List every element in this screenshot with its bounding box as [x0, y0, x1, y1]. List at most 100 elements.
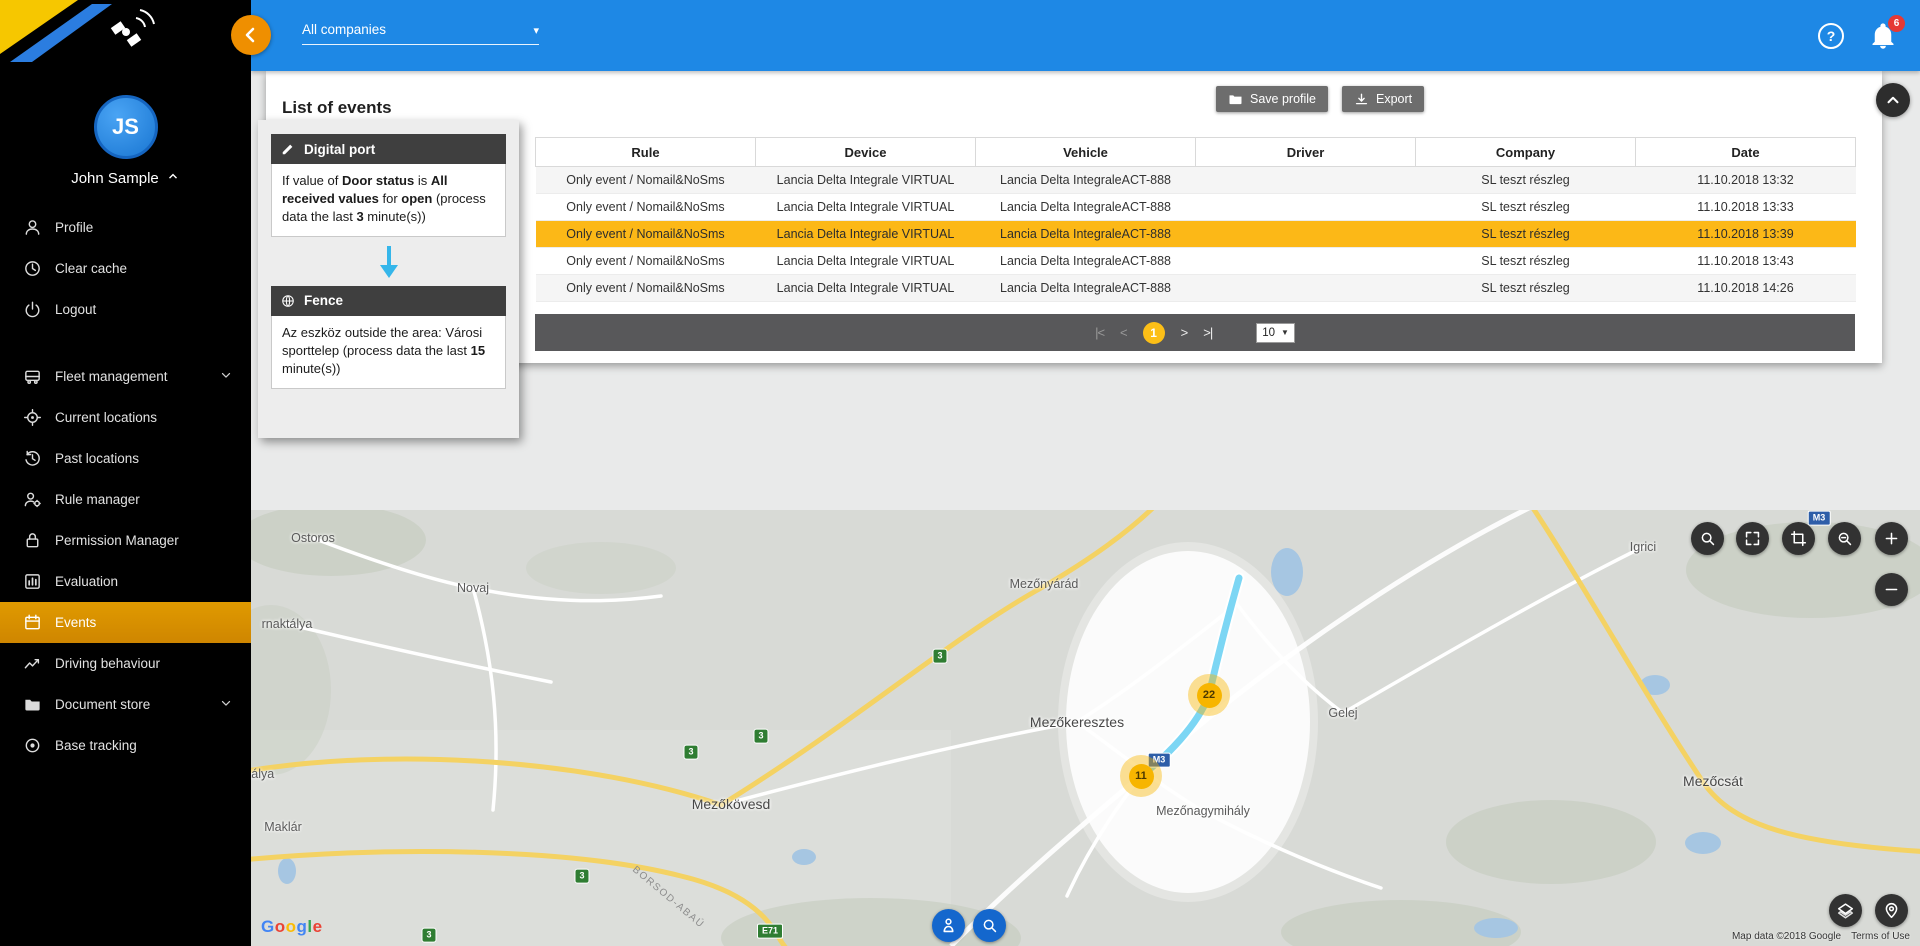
table-cell: SL teszt részleg	[1416, 194, 1636, 221]
road-badge: 3	[932, 649, 947, 664]
table-cell: 11.10.2018 13:33	[1636, 194, 1856, 221]
table-cell: Lancia Delta Integrale VIRTUAL	[756, 248, 976, 275]
folder-icon	[1228, 92, 1243, 107]
help-button[interactable]: ?	[1816, 21, 1846, 51]
save-profile-label: Save profile	[1250, 92, 1316, 106]
street-view-person-button[interactable]	[932, 909, 965, 942]
table-cell	[1196, 194, 1416, 221]
sidebar-item-permission-manager[interactable]: Permission Manager	[0, 520, 251, 561]
user-menu-toggle[interactable]: John Sample	[0, 169, 251, 187]
map-canvas[interactable]: OstorosNovajrnaktályaMezőnyárádMezőkeres…	[251, 510, 1920, 946]
sidebar-item-driving-behaviour[interactable]: Driving behaviour	[0, 643, 251, 684]
map-cluster-marker[interactable]: 11	[1120, 755, 1162, 797]
column-header[interactable]: Rule	[536, 138, 756, 167]
map-crop-button[interactable]	[1782, 522, 1815, 555]
current-page-indicator[interactable]: 1	[1143, 322, 1165, 344]
table-cell: Only event / Nomail&NoSms	[536, 248, 756, 275]
sidebar-item-document-store[interactable]: Document store	[0, 684, 251, 725]
table-row[interactable]: Only event / Nomail&NoSmsLancia Delta In…	[536, 167, 1856, 194]
table-cell: Only event / Nomail&NoSms	[536, 167, 756, 194]
table-cell	[1196, 221, 1416, 248]
table-row[interactable]: Only event / Nomail&NoSmsLancia Delta In…	[536, 248, 1856, 275]
svg-text:?: ?	[1827, 28, 1836, 44]
map-cluster-marker[interactable]: 22	[1188, 674, 1230, 716]
sidebar-item-events[interactable]: Events	[0, 602, 251, 643]
table-cell: SL teszt részleg	[1416, 275, 1636, 302]
map-search-button[interactable]	[1691, 522, 1724, 555]
map-zoom-out-area-button[interactable]	[1828, 522, 1861, 555]
rule-detail-card: Digital port If value of Door status is …	[258, 120, 519, 438]
map-town-label: Mezőkeresztes	[1030, 714, 1124, 730]
rule-step1-text: If value of Door status is All received …	[271, 164, 506, 237]
road-badge: 3	[683, 745, 698, 760]
plus-icon	[1883, 530, 1900, 547]
terms-of-use-link[interactable]: Terms of Use	[1851, 931, 1910, 942]
menu-label: Driving behaviour	[55, 656, 160, 671]
zoom-out-button[interactable]	[1875, 573, 1908, 606]
sidebar-item-clear-cache[interactable]: Clear cache	[0, 248, 251, 289]
save-profile-button[interactable]: Save profile	[1216, 86, 1328, 112]
table-row[interactable]: Only event / Nomail&NoSmsLancia Delta In…	[536, 275, 1856, 302]
collapse-panel-button[interactable]	[1876, 83, 1910, 117]
sidebar-item-rule-manager[interactable]: Rule manager	[0, 479, 251, 520]
events-table-body: Only event / Nomail&NoSmsLancia Delta In…	[536, 167, 1856, 302]
rule-step2-title: Fence	[304, 293, 343, 308]
column-header[interactable]: Date	[1636, 138, 1856, 167]
history-icon	[22, 449, 42, 469]
back-button[interactable]	[231, 15, 271, 55]
map-find-button[interactable]	[973, 909, 1006, 942]
menu-label: Permission Manager	[55, 533, 179, 548]
chevron-up-icon	[1884, 91, 1902, 109]
table-row[interactable]: Only event / Nomail&NoSmsLancia Delta In…	[536, 194, 1856, 221]
sidebar-item-past-locations[interactable]: Past locations	[0, 438, 251, 479]
menu-label: Current locations	[55, 410, 157, 425]
map-layers-button[interactable]	[1829, 894, 1862, 927]
pencil-icon	[281, 142, 295, 156]
person-gear-icon	[22, 490, 42, 510]
map-fullscreen-button[interactable]	[1736, 522, 1769, 555]
export-button[interactable]: Export	[1342, 86, 1424, 112]
vehicle-icon	[22, 367, 42, 387]
first-page-button[interactable]: |<	[1095, 325, 1104, 340]
next-page-button[interactable]: >	[1181, 325, 1188, 340]
download-icon	[1354, 92, 1369, 107]
column-header[interactable]: Company	[1416, 138, 1636, 167]
sidebar-item-fleet-management[interactable]: Fleet management	[0, 356, 251, 397]
google-logo: Google	[261, 917, 323, 937]
last-page-button[interactable]: >|	[1203, 325, 1212, 340]
table-cell: SL teszt részleg	[1416, 248, 1636, 275]
sidebar-item-base-tracking[interactable]: Base tracking	[0, 725, 251, 766]
page-size-select[interactable]: 10 ▼	[1256, 323, 1295, 343]
table-cell: Only event / Nomail&NoSms	[536, 194, 756, 221]
column-header[interactable]: Device	[756, 138, 976, 167]
chevron-down-icon	[219, 368, 233, 385]
menu-label: Rule manager	[55, 492, 140, 507]
map-town-label: Novaj	[457, 581, 489, 595]
rule-step2-text: Az eszköz outside the area: Városi sport…	[271, 316, 506, 389]
column-header[interactable]: Driver	[1196, 138, 1416, 167]
power-icon	[22, 300, 42, 320]
column-header[interactable]: Vehicle	[976, 138, 1196, 167]
map-town-label: Mezőnyárád	[1010, 577, 1079, 591]
prev-page-button[interactable]: <	[1120, 325, 1127, 340]
topbar: All companies ▾ ? 6	[251, 0, 1920, 71]
sidebar-item-profile[interactable]: Profile	[0, 207, 251, 248]
my-location-button[interactable]	[1875, 894, 1908, 927]
calendar-icon	[22, 613, 42, 633]
table-row[interactable]: Only event / Nomail&NoSmsLancia Delta In…	[536, 221, 1856, 248]
map-town-label: Mezőnagymihály	[1156, 804, 1250, 818]
menu-label: Document store	[55, 697, 150, 712]
page-size-value: 10	[1262, 327, 1275, 339]
map-town-label: Gelej	[1328, 706, 1357, 720]
notifications-button[interactable]: 6	[1868, 21, 1898, 51]
sidebar-item-logout[interactable]: Logout	[0, 289, 251, 330]
company-dropdown[interactable]: All companies ▾	[302, 22, 539, 45]
sidebar: JS John Sample Profile Clear cache Logou…	[0, 0, 251, 946]
page-title: List of events	[282, 98, 392, 118]
sidebar-item-current-locations[interactable]: Current locations	[0, 397, 251, 438]
map-town-label: Mezőcsát	[1683, 773, 1743, 789]
zoom-in-button[interactable]	[1875, 522, 1908, 555]
map-town-label: Maklár	[264, 820, 302, 834]
sidebar-item-evaluation[interactable]: Evaluation	[0, 561, 251, 602]
avatar: JS	[94, 95, 158, 159]
